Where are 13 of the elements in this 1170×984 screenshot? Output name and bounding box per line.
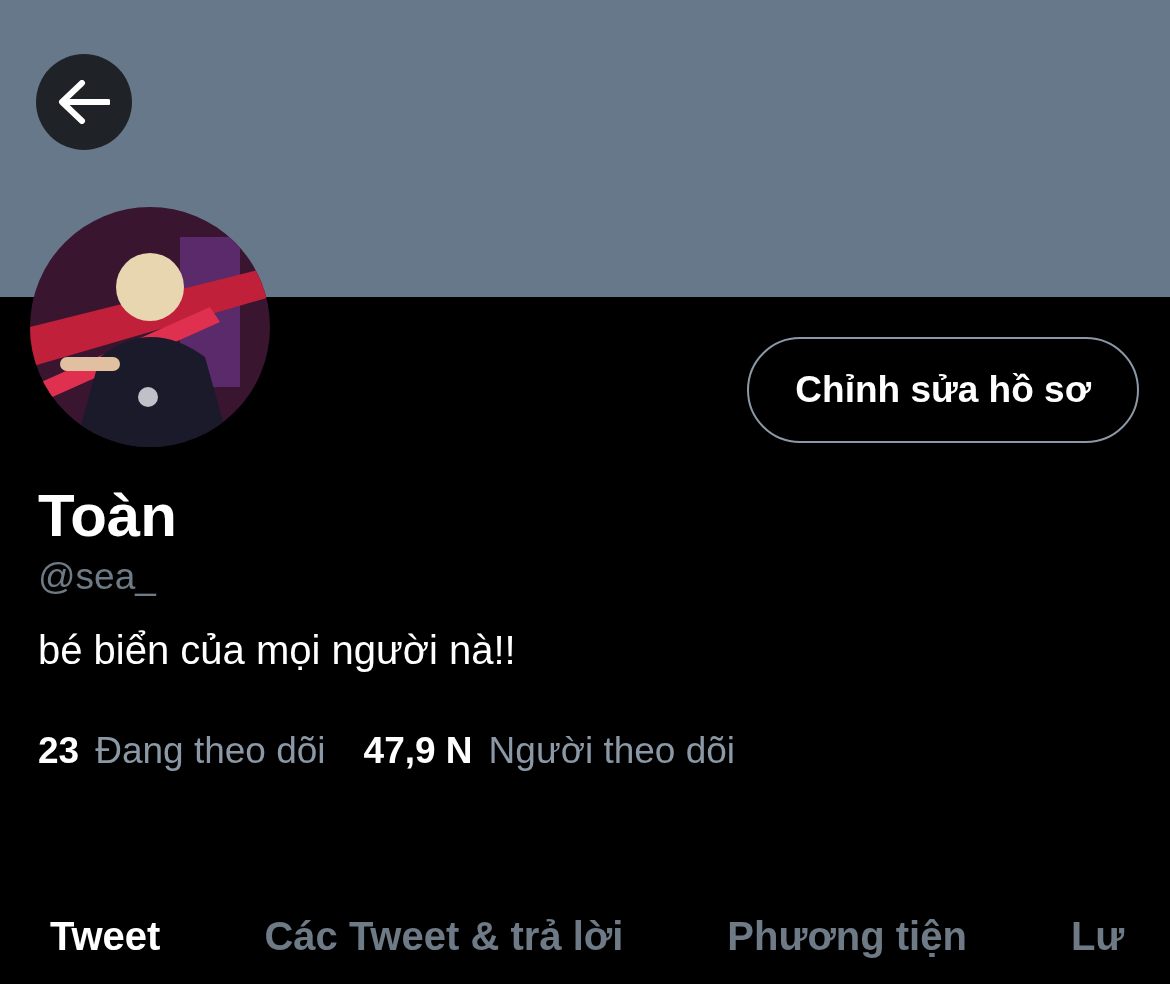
stat-count: 47,9 N [363,729,473,773]
stat-label[interactable]: Người theo dõi [488,729,736,773]
profile-tab[interactable]: Các Tweet & trả lời [264,910,624,962]
profile-tab[interactable]: Lư [1070,910,1125,962]
profile-name: Toàn [38,481,178,551]
profile-bio: bé biển của mọi người nà!! [38,627,517,674]
profile-handle: @sea_ [38,555,158,599]
back-arrow-icon [58,80,110,124]
profile-tab[interactable]: Tweet [50,910,161,962]
stat-count: 23 [38,729,80,773]
profile-tab[interactable]: Phương tiện [727,910,967,962]
stat-label[interactable]: Đang theo dõi [95,729,326,773]
edit-profile-button[interactable]: Chỉnh sửa hồ sơ [747,337,1139,443]
